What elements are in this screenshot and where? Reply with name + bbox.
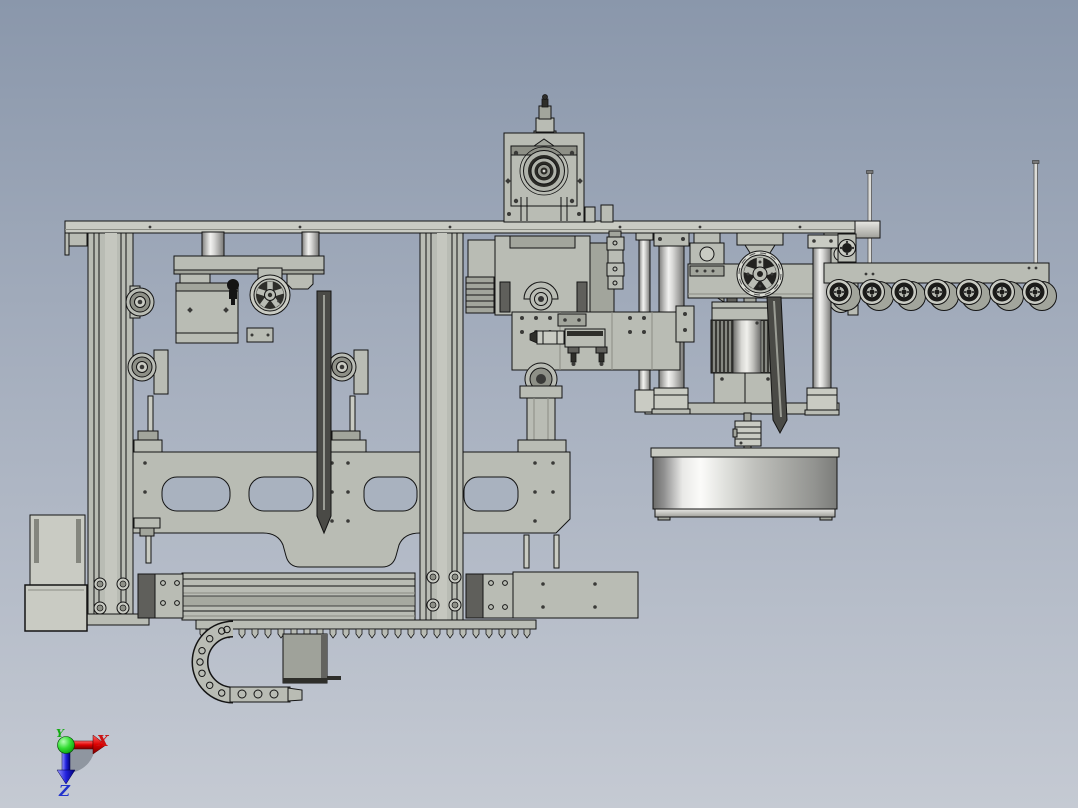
guide-pulleys[interactable] — [125, 285, 369, 443]
center-slide-block[interactable] — [465, 235, 615, 316]
shaft-coupling[interactable] — [732, 412, 762, 452]
machine-drawing[interactable]: Y X Z — [0, 0, 1078, 808]
sensor-rods[interactable] — [866, 160, 1040, 265]
spoked-wheel-left[interactable] — [249, 267, 291, 316]
hanger-carriage[interactable] — [173, 231, 325, 344]
column-right[interactable] — [419, 232, 464, 621]
origin-ball — [57, 736, 75, 754]
spoked-wheel-right[interactable] — [736, 250, 784, 298]
cad-viewport[interactable]: Y X Z — [0, 0, 1078, 808]
linear-rail[interactable] — [137, 571, 639, 621]
spindle-head[interactable] — [503, 94, 614, 223]
belt-blade[interactable] — [316, 290, 332, 535]
axis-x-label: X — [96, 732, 110, 750]
rotary-drum[interactable] — [650, 447, 840, 521]
junction-box[interactable] — [282, 633, 341, 684]
roller-conveyor[interactable] — [823, 262, 1057, 311]
axis-z-label: Z — [58, 782, 71, 800]
lower-slide[interactable] — [517, 362, 567, 453]
vertical-drag-chain[interactable] — [606, 230, 625, 290]
slide-plate[interactable] — [511, 305, 695, 371]
orientation-triad[interactable]: Y X Z — [56, 727, 110, 800]
cable-drag-chain[interactable] — [191, 619, 537, 704]
slotted-beam-plate[interactable] — [132, 451, 571, 569]
